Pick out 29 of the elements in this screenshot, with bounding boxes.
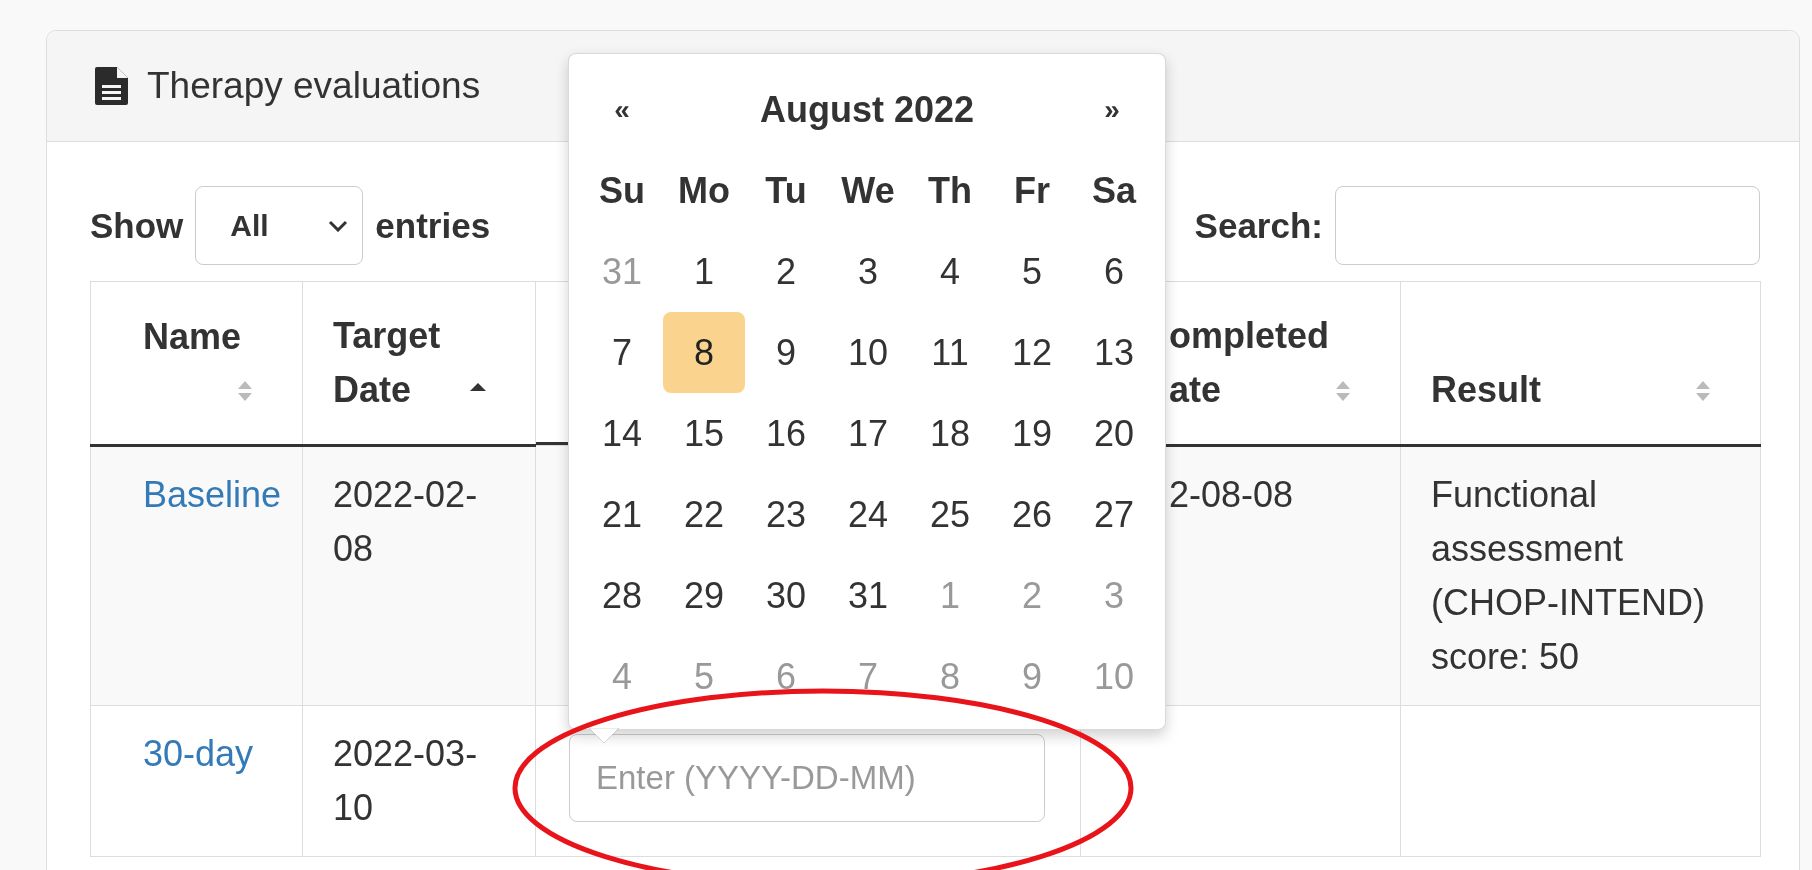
month-title[interactable]: August 2022: [759, 88, 975, 131]
weekday-label: We: [841, 169, 895, 212]
evaluation-link[interactable]: Baseline: [143, 474, 282, 515]
search-field[interactable]: [1335, 186, 1760, 265]
weekday-label: Th: [928, 169, 972, 212]
chevron-down-icon: [328, 219, 349, 232]
search-label: Search:: [1194, 205, 1323, 246]
calendar-day[interactable]: 8: [663, 312, 745, 393]
table-cell-text: 2-08-08: [1169, 474, 1294, 515]
sort-icon[interactable]: [1694, 380, 1712, 402]
table-cell-text: Functional assessment (CHOP-INTEND) score: 50: [1431, 474, 1705, 677]
weekday-label: Tu: [765, 169, 807, 212]
weekday-label: Fr: [1014, 169, 1050, 212]
entries-select[interactable]: All: [195, 186, 364, 265]
weekday-label: Mo: [678, 169, 730, 212]
sort-icon[interactable]: [1334, 380, 1352, 402]
evaluation-link[interactable]: 30-day: [143, 733, 254, 774]
show-label: Show: [90, 205, 184, 246]
previous-month-button[interactable]: «: [614, 93, 630, 126]
weekday-label: Su: [599, 169, 645, 212]
weekday-label: Sa: [1091, 169, 1136, 212]
document-icon: [95, 67, 128, 105]
date-input-field[interactable]: Enter (YYYY-DD-MM): [569, 734, 1045, 822]
table-cell-text: 2022-03-10: [333, 733, 478, 828]
entries-label: entries: [375, 205, 491, 246]
next-month-button[interactable]: »: [1104, 93, 1120, 126]
panel-title: Therapy evaluations: [147, 65, 481, 107]
sort-icon[interactable]: [236, 380, 254, 402]
table-cell-text: 2022-02-08: [333, 474, 478, 569]
